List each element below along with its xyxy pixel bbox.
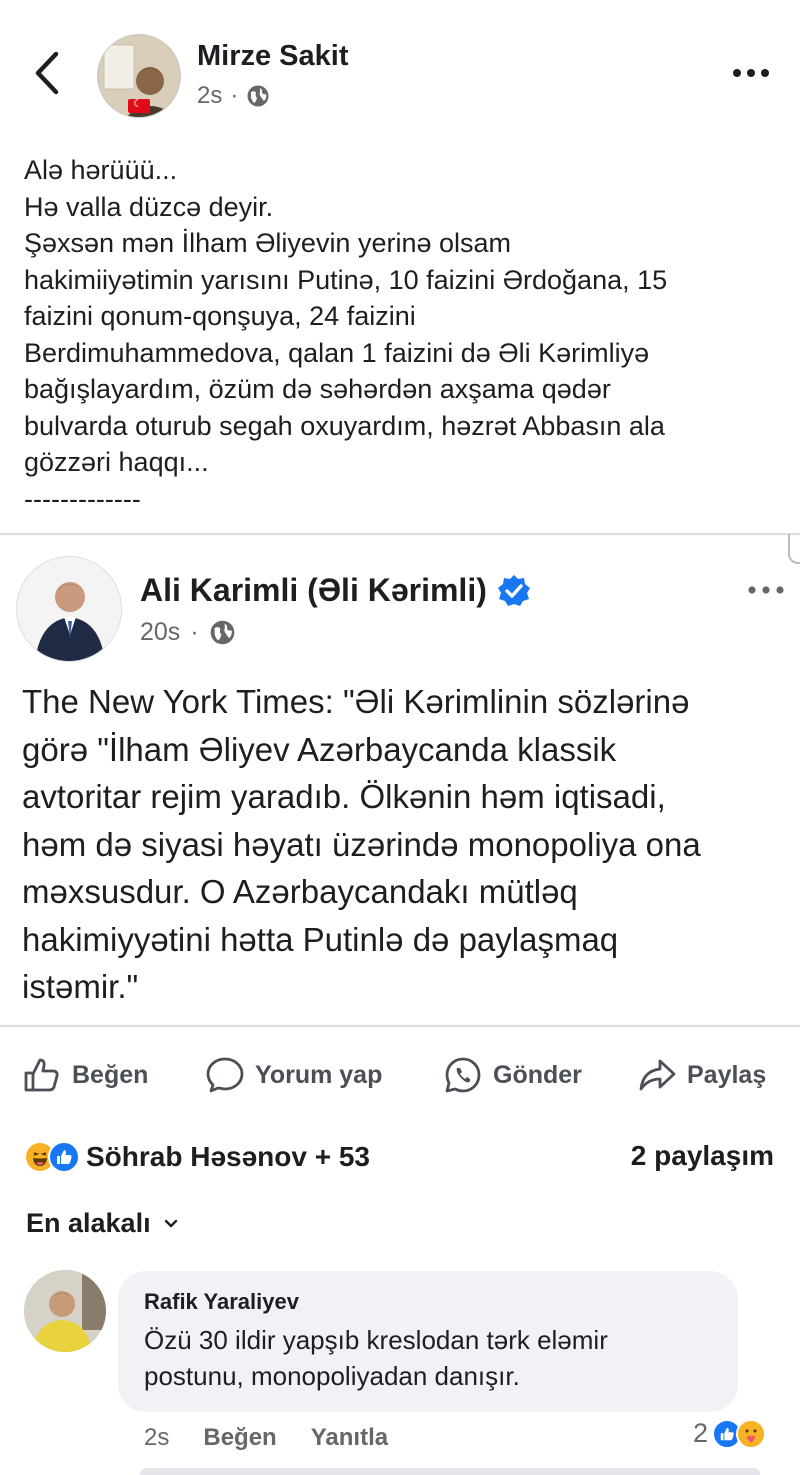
comment-author[interactable]: Rafik Yaraliyev	[144, 1289, 299, 1315]
post-line: Berdimuhammedova, qalan 1 faizini də Əli…	[24, 337, 650, 368]
send-label: Gönder	[493, 1060, 582, 1089]
comment-time[interactable]: 2s	[144, 1424, 169, 1452]
comment-button[interactable]: Yorum yap	[205, 1050, 382, 1100]
shared-author[interactable]: Ali Karimli (Əli Kərimli)	[140, 572, 531, 609]
next-comment-edge	[140, 1468, 760, 1475]
post-time[interactable]: 2s	[197, 82, 222, 110]
post-line: bağışlayardım, özüm də səhərdən axşama q…	[24, 374, 611, 404]
shared-time[interactable]: 20s	[140, 618, 180, 647]
meta-separator: ·	[190, 618, 199, 646]
share-arrow-icon	[639, 1059, 676, 1091]
reaction-names[interactable]: Söhrab Həsənov + 53	[86, 1141, 370, 1173]
comment-text: Özü 30 ildir yapşıb kreslodan tərk eləmi…	[144, 1322, 724, 1394]
comment-line: Özü 30 ildir yapşıb kreslodan tərk eləmi…	[144, 1325, 608, 1355]
post-line: Şəxsən mən İlham Əliyevin yerinə olsam	[24, 228, 512, 258]
shared-post-body: The New York Times: "Əli Kərimlinin sözl…	[22, 678, 792, 1011]
post-line: Alə hərüüü...	[24, 155, 178, 185]
shared-more-options-icon[interactable]	[745, 578, 787, 602]
like-button[interactable]: Beğen	[22, 1050, 148, 1100]
comment-meta: 2s Beğen Yanıtla	[144, 1424, 388, 1452]
shared-line: məxsusdur. O Azərbaycandakı mütləq	[22, 873, 578, 910]
shared-line: The New York Times: "Əli Kərimlinin sözl…	[22, 683, 690, 720]
shared-line: avtoritar rejim yaradıb. Ölkənin həm iqt…	[22, 778, 666, 815]
globe-icon	[247, 85, 269, 107]
shared-meta: 20s ·	[140, 618, 236, 647]
comment-line: postunu, monopoliyadan danışır.	[144, 1361, 520, 1391]
chevron-down-icon	[164, 1219, 177, 1227]
whatsapp-icon	[445, 1057, 481, 1093]
like-reaction-icon	[48, 1141, 80, 1173]
comment-like-button[interactable]: Beğen	[203, 1424, 276, 1452]
back-arrow-icon[interactable]	[28, 48, 68, 98]
shared-author-name[interactable]: Ali Karimli (Əli Kərimli)	[140, 572, 487, 609]
sort-label: En alakalı	[26, 1208, 151, 1238]
action-bar: Beğen Yorum yap Gönder Paylaş	[0, 1050, 800, 1100]
commenter-avatar[interactable]	[24, 1270, 106, 1352]
post-line: faizini qonum-qonşuya, 24 faizini	[24, 301, 416, 331]
comment-reaction-count: 2	[693, 1418, 709, 1448]
shared-line: hakimiyyətini hətta Putinlə də paylaşmaq	[22, 920, 619, 958]
comment-bubble-icon	[206, 1057, 244, 1093]
post-line: Hə valla düzcə deyir.	[24, 191, 274, 222]
thumbs-up-icon	[24, 1058, 59, 1092]
share-label: Paylaş	[687, 1060, 767, 1089]
meta-separator: ·	[230, 82, 239, 109]
comment-label: Yorum yap	[255, 1060, 383, 1089]
shared-author-avatar[interactable]	[16, 556, 122, 662]
post-line: gözzəri haqqı...	[24, 447, 209, 477]
turkey-flag-icon	[128, 97, 150, 113]
more-options-icon[interactable]	[729, 58, 773, 88]
post-line: bulvarda oturub segah oxuyardım, həzrət …	[24, 410, 665, 441]
share-button[interactable]: Paylaş	[637, 1050, 766, 1100]
verified-badge-icon	[497, 574, 530, 606]
comment-reply-button[interactable]: Yanıtla	[311, 1424, 388, 1452]
card-corner	[788, 534, 800, 564]
share-count[interactable]: 2 paylaşım	[631, 1140, 774, 1172]
post-author-name[interactable]: Mirze Sakit	[197, 40, 349, 73]
post-header: Mirze Sakit 2s ·	[0, 0, 800, 130]
shared-line: həm də siyasi həyatı üzərində monopoliya…	[22, 825, 701, 863]
care-reaction-icon	[736, 1418, 767, 1449]
post-line: -------------	[24, 483, 141, 514]
post-line: hakimiiyətimin yarısını Putinə, 10 faizi…	[24, 264, 668, 295]
send-button[interactable]: Gönder	[443, 1050, 582, 1100]
shared-line: istəmir."	[22, 968, 139, 1005]
post-body: Alə hərüüü... Hə valla düzcə deyir. Şəxs…	[24, 152, 784, 517]
shared-line: görə "İlham Əliyev Azərbaycanda klassik	[22, 730, 617, 768]
like-label: Beğen	[72, 1060, 149, 1089]
post-meta: 2s ·	[197, 82, 270, 110]
comment-sort-dropdown[interactable]: En alakalı	[26, 1208, 179, 1239]
comment-reactions[interactable]: 2	[693, 1418, 767, 1449]
reactions-summary[interactable]: Söhrab Həsənov + 53	[24, 1137, 370, 1177]
globe-icon	[210, 620, 234, 645]
